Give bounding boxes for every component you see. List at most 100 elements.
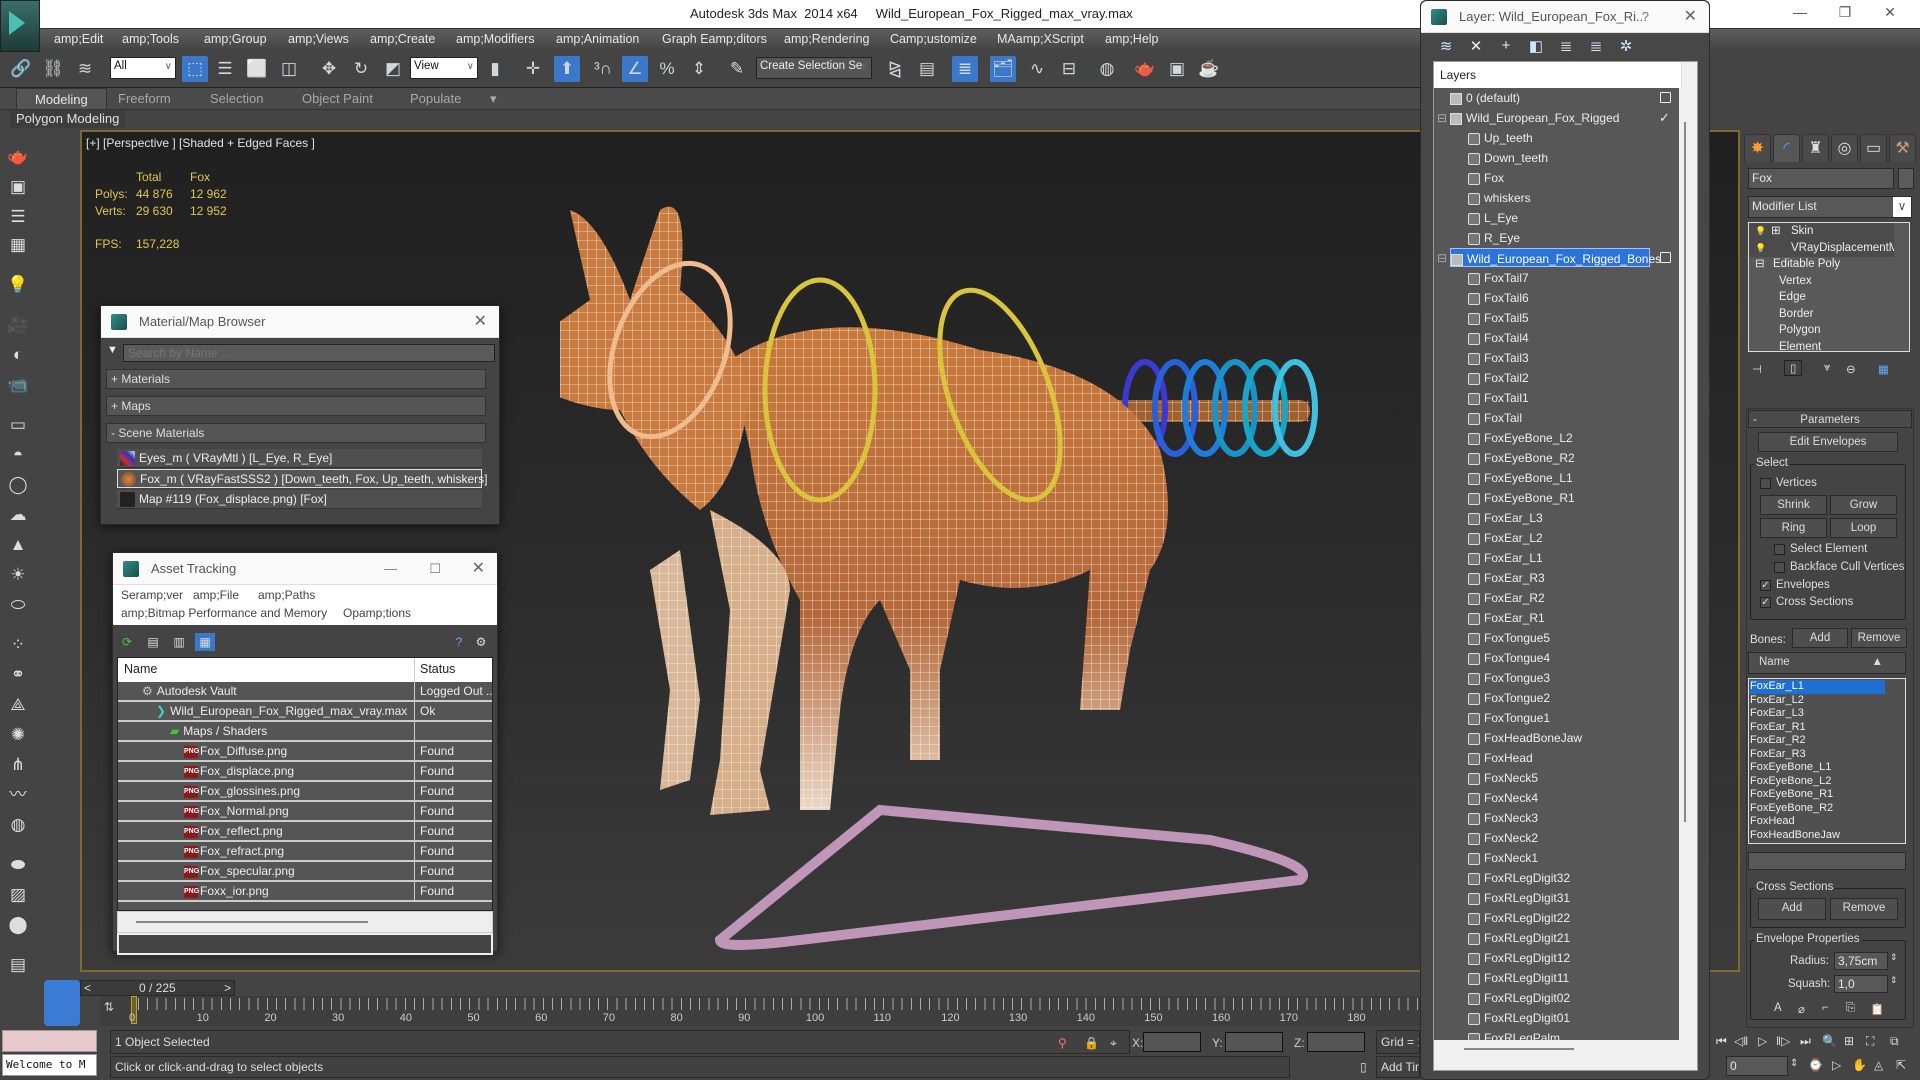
modifier-list-dropdown[interactable]: Modifier List ∨ [1748, 196, 1912, 218]
mirror-icon[interactable]: ⧎ [882, 56, 908, 82]
modifier-stack-item[interactable]: Border [1749, 306, 1894, 323]
add-to-layer-icon[interactable]: + [1495, 37, 1517, 57]
layer-object-row[interactable]: FoxRLegDigit21 [1434, 928, 1679, 948]
select-element-checkbox[interactable] [1774, 544, 1785, 555]
layer-object-row[interactable]: FoxNeck3 [1434, 808, 1679, 828]
layer-object-row[interactable]: FoxTail7 [1434, 268, 1679, 288]
select-object-icon[interactable]: ⬚ [182, 56, 208, 82]
radius-spinner[interactable]: ⇕ [1890, 952, 1898, 963]
tab-object-paint[interactable]: Object Paint [302, 91, 373, 106]
layer-object-row[interactable]: FoxNeck2 [1434, 828, 1679, 848]
layer-object-row[interactable]: FoxEar_L3 [1434, 508, 1679, 528]
viewport-label[interactable]: [+] [Perspective ] [Shaded + Edged Faces… [86, 136, 315, 150]
maxscript-output[interactable]: Welcome to M [2, 1054, 97, 1076]
list-panel-icon[interactable]: ☰ [6, 206, 30, 228]
tab-freeform[interactable]: Freeform [118, 91, 171, 106]
menu-paths[interactable]: amp;Paths [258, 588, 315, 602]
column-name[interactable]: Name [124, 662, 157, 676]
configure-sets-icon[interactable]: ▦ [1878, 362, 1889, 376]
camera-target-icon[interactable]: ◐ [6, 344, 30, 366]
unlink-icon[interactable]: ⛓ [40, 56, 66, 82]
paperclip-icon[interactable]: ⌀ [1798, 1002, 1805, 1016]
percent-snap-icon[interactable]: % [654, 56, 680, 82]
y-coordinate-input[interactable] [1225, 1032, 1283, 1052]
layer-object-row[interactable]: FoxRLegDigit22 [1434, 908, 1679, 928]
bone-list-item[interactable]: FoxEar_R3 [1750, 748, 1885, 762]
show-end-result-icon[interactable]: ▯ [1784, 360, 1803, 376]
asset-row[interactable]: PNGFoxx_ior.png Found [118, 882, 492, 902]
motion-tab-icon[interactable]: ◎ [1831, 134, 1858, 162]
bone-list-item[interactable]: FoxEyeBone_R1 [1750, 788, 1885, 802]
select-scale-icon[interactable]: ◩ [380, 56, 406, 82]
layer-object-row[interactable]: FoxTail5 [1434, 308, 1679, 328]
select-layer-icon[interactable]: ≣ [1555, 37, 1577, 57]
close-icon[interactable]: ✕ [474, 306, 487, 338]
sphere-light-icon[interactable]: ◯ [6, 474, 30, 496]
tab-selection[interactable]: Selection [210, 91, 263, 106]
z-coordinate-input[interactable] [1307, 1032, 1365, 1052]
material-editor-icon[interactable]: ◍ [1094, 56, 1120, 82]
squash-spinner[interactable]: ⇕ [1890, 975, 1898, 986]
layer-object-row[interactable]: FoxEar_L2 [1434, 528, 1679, 548]
layer-manager-icon[interactable]: ≣ [952, 56, 978, 82]
current-layer-toggle[interactable] [1660, 252, 1671, 263]
sun-icon[interactable]: ☀ [6, 564, 30, 586]
collapse-icon[interactable]: ⊟ [1437, 248, 1447, 268]
layer-object-row[interactable]: FoxRLegPalm [1434, 1028, 1679, 1040]
grass-icon[interactable]: ⋔ [6, 754, 30, 776]
expand-icon[interactable]: ⊞ [1771, 223, 1781, 240]
layer-object-row[interactable]: FoxTail3 [1434, 348, 1679, 368]
hair-fur-icon[interactable]: 〰 [6, 784, 30, 806]
modifier-stack-item[interactable]: 💡 VRayDisplacementMod [1749, 239, 1894, 257]
menu-bitmap-performance[interactable]: amp;Bitmap Performance and Memory [121, 606, 327, 620]
modifier-stack-item[interactable]: Edge [1749, 289, 1894, 306]
field-of-view-icon[interactable]: ▷ [1832, 1058, 1841, 1072]
layer-object-row[interactable]: FoxNeck1 [1434, 848, 1679, 868]
menu-edit[interactable]: amp;Edit [54, 32, 103, 46]
modifier-stack-item[interactable]: Vertex [1749, 273, 1894, 290]
layer-object-row[interactable]: Up_teeth [1434, 128, 1679, 148]
object-name-field[interactable]: Fox [1748, 168, 1894, 189]
dome-light-icon[interactable]: ◓ [6, 444, 30, 466]
modifier-stack-item[interactable]: Polygon [1749, 322, 1894, 339]
edit-named-selection-icon[interactable]: ✎ [724, 56, 750, 82]
maximize-viewport-icon[interactable]: ⇱ [1896, 1058, 1906, 1072]
maps-section[interactable]: + Maps [106, 396, 486, 416]
close-icon[interactable]: ✕ [472, 553, 485, 585]
help-icon[interactable]: ? [449, 633, 469, 651]
copy-icon[interactable]: ⎘ [1846, 1002, 1855, 1015]
menu-file[interactable]: amp;File [193, 588, 239, 602]
modifier-toggle-icon[interactable]: 💡 [1755, 223, 1766, 240]
modifier-toggle-icon[interactable]: 💡 [1755, 240, 1766, 257]
material-item[interactable]: Map #119 (Fox_displace.png) [Fox] [117, 490, 482, 509]
render-window-icon[interactable]: ▣ [6, 176, 30, 198]
rendered-frame-window-icon[interactable]: ▣ [1164, 56, 1190, 82]
layer-object-row[interactable]: FoxEar_R1 [1434, 608, 1679, 628]
ribbon-options-icon[interactable]: ▾ [490, 91, 497, 107]
layer-object-row[interactable]: FoxTail1 [1434, 388, 1679, 408]
bone-list-item[interactable]: FoxEar_R1 [1750, 721, 1885, 735]
frame-spinner[interactable]: ⇕ [1790, 1058, 1798, 1069]
loop-button[interactable]: Loop [1830, 518, 1897, 538]
close-icon[interactable]: ✕ [1684, 1, 1697, 33]
layer-object-row[interactable]: FoxEyeBone_L1 [1434, 468, 1679, 488]
bone-list-item[interactable]: FoxHead [1750, 815, 1885, 829]
layer-object-row[interactable]: FoxTongue4 [1434, 648, 1679, 668]
maximize-icon[interactable]: ☐ [429, 553, 441, 585]
bone-list-item[interactable]: FoxHeadBoneJaw [1750, 829, 1885, 843]
menu-help[interactable]: amp;Help [1105, 32, 1159, 46]
layer-object-row[interactable]: FoxTail4 [1434, 328, 1679, 348]
track-bar[interactable]: ⇅ 0 10 20 30 40 50 60 70 80 90 100 110 120 130 140 150 1… [100, 996, 1420, 1026]
refresh-icon[interactable]: ⟳ [117, 633, 137, 651]
bone-list-item[interactable]: FoxEar_R2 [1750, 734, 1885, 748]
modify-tab-icon[interactable]: ◜ [1773, 134, 1800, 162]
modifier-stack-item[interactable]: ⊟ Editable Poly [1749, 256, 1894, 273]
layer-object-row[interactable]: FoxEyeBone_R1 [1434, 488, 1679, 508]
settings-icon[interactable]: ⚙ [471, 633, 491, 651]
object-color-swatch[interactable] [1898, 168, 1914, 189]
menu-options[interactable]: Opamp;tions [343, 606, 411, 620]
application-button[interactable] [0, 0, 40, 52]
asset-path-input[interactable] [117, 933, 493, 955]
create-tab-icon[interactable]: ✸ [1744, 134, 1771, 162]
menu-server[interactable]: Seramp;ver [121, 588, 183, 602]
